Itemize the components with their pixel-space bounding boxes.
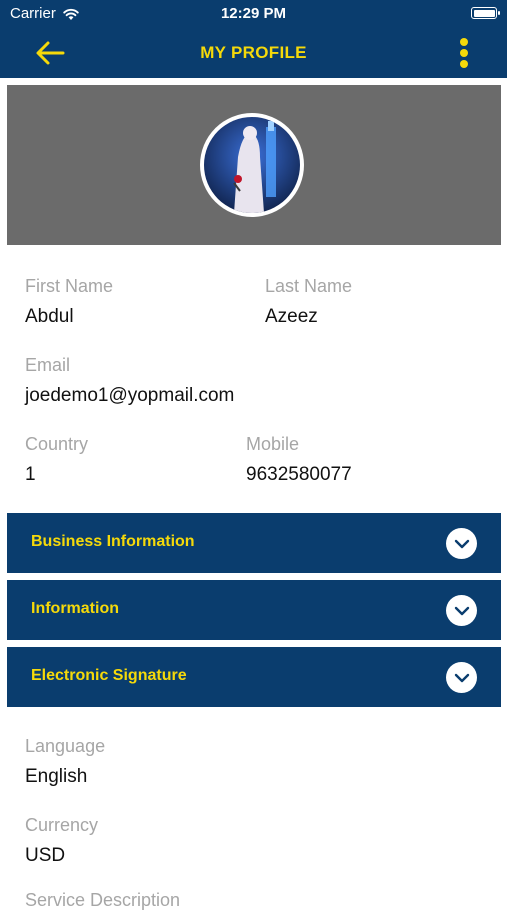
avatar-photo: [204, 117, 300, 213]
language-label: Language: [25, 736, 106, 756]
section-title: Information: [31, 600, 119, 617]
first-name-label: First Name: [25, 276, 114, 296]
country-value: 1: [25, 464, 36, 485]
battery-icon: [471, 7, 500, 19]
more-options-icon[interactable]: [459, 38, 469, 68]
language-value: English: [25, 766, 88, 787]
email-label: Email: [25, 355, 71, 375]
country-label: Country: [25, 434, 89, 454]
avatar[interactable]: [200, 113, 304, 217]
service-description-label: Service Description: [25, 890, 181, 910]
email-value: joedemo1@yopmail.com: [25, 385, 235, 406]
profile-cover: [7, 85, 501, 245]
first-name-field: First Name Abdul: [25, 276, 113, 328]
mobile-value: 9632580077: [246, 464, 352, 485]
electronic-signature-section[interactable]: Electronic Signature: [7, 647, 501, 707]
mobile-label: Mobile: [246, 434, 300, 454]
currency-label: Currency: [25, 815, 99, 835]
first-name-value: Abdul: [25, 306, 74, 327]
mobile-field: Mobile 9632580077: [246, 434, 352, 486]
information-section[interactable]: Information: [7, 580, 501, 640]
language-field: Language English: [25, 736, 105, 788]
nav-bar: MY PROFILE: [0, 28, 507, 78]
section-title: Business Information: [31, 533, 195, 550]
top-bar: Carrier 12:29 PM MY PROFILE: [0, 0, 507, 78]
status-time: 12:29 PM: [220, 5, 287, 22]
business-information-section[interactable]: Business Information: [7, 513, 501, 573]
page-title: MY PROFILE: [200, 43, 307, 62]
chevron-down-icon[interactable]: [446, 595, 477, 626]
status-bar: Carrier 12:29 PM: [0, 0, 507, 28]
last-name-field: Last Name Azeez: [265, 276, 352, 328]
service-description-field: Service Description: [25, 890, 180, 911]
currency-field: Currency USD: [25, 815, 98, 867]
chevron-down-icon[interactable]: [446, 662, 477, 693]
last-name-value: Azeez: [265, 306, 318, 327]
country-field: Country 1: [25, 434, 88, 486]
email-field: Email joedemo1@yopmail.com: [25, 355, 234, 407]
chevron-down-icon[interactable]: [446, 528, 477, 559]
last-name-label: Last Name: [265, 276, 353, 296]
section-title: Electronic Signature: [31, 667, 187, 684]
currency-value: USD: [25, 845, 66, 866]
